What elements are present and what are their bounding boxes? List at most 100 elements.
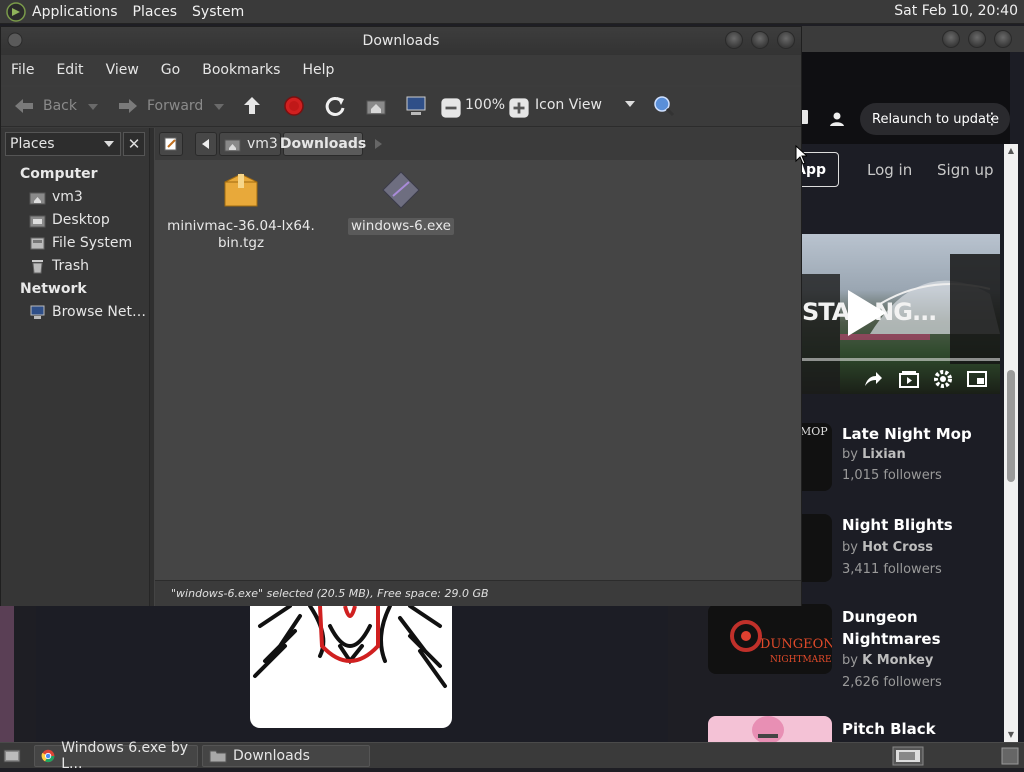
game-thumbnail[interactable]	[800, 514, 832, 582]
sidebar-item-browse-network[interactable]: Browse Net…	[29, 304, 146, 320]
minimize-button[interactable]	[725, 31, 743, 49]
sidebar-selector[interactable]: Places	[5, 132, 121, 156]
signup-link[interactable]: Sign up	[937, 161, 994, 179]
back-history-chevron-icon[interactable]	[88, 103, 98, 111]
up-arrow-icon[interactable]	[241, 95, 263, 117]
window-titlebar[interactable]: Downloads	[1, 27, 801, 55]
menu-system[interactable]: System	[192, 4, 244, 20]
zoom-out-icon[interactable]	[440, 97, 462, 119]
game-card-dungeon-nightmares[interactable]: Dungeon Nightmares by K Monkey 2,626 fol…	[800, 606, 1020, 696]
menu-bookmarks[interactable]: Bookmarks	[202, 62, 280, 78]
clock[interactable]: Sat Feb 10, 20:40	[894, 3, 1018, 19]
pitch-black-thumbnail[interactable]	[708, 716, 832, 742]
workspace-switcher-icon[interactable]	[892, 746, 924, 766]
game-author[interactable]: Hot Cross	[862, 540, 933, 555]
forward-history-chevron-icon[interactable]	[214, 103, 224, 111]
game-card-pitch-black[interactable]: Pitch Black	[800, 718, 1020, 742]
file-manager-window: Downloads File Edit View Go Bookmarks He…	[0, 26, 802, 606]
close-button[interactable]	[777, 31, 795, 49]
file-name-line1: minivmac-36.04-lx64.	[167, 218, 315, 234]
page-scrollbar[interactable]: ▲ ▼	[1004, 144, 1018, 742]
path-scroll-right-button[interactable]	[367, 132, 389, 156]
zoom-in-icon[interactable]	[508, 97, 530, 119]
distro-logo-icon[interactable]	[6, 1, 26, 22]
sidebar-close-button[interactable]: ✕	[123, 132, 145, 156]
file-icon-view[interactable]: minivmac-36.04-lx64. bin.tgz windows-6.e…	[155, 160, 801, 580]
home-folder-icon[interactable]	[365, 95, 387, 117]
login-link[interactable]: Log in	[867, 161, 912, 179]
game-title[interactable]: Night Blights	[842, 514, 982, 536]
file-item-windows-6-exe[interactable]: windows-6.exe	[321, 170, 481, 235]
file-item-minivmac[interactable]: minivmac-36.04-lx64. bin.tgz	[161, 170, 321, 252]
sidebar-item-label: File System	[52, 235, 133, 251]
maximize-button[interactable]	[751, 31, 769, 49]
game-title[interactable]: Late Night Mop	[842, 423, 982, 445]
game-author[interactable]: Lixian	[862, 447, 906, 462]
computer-icon[interactable]	[405, 95, 427, 117]
stop-icon[interactable]	[283, 95, 305, 117]
sidebar-item-vm3[interactable]: vm3	[29, 189, 83, 205]
watch-later-icon[interactable]	[898, 368, 920, 390]
game-card-late-night-mop[interactable]: MOP Late Night Mop by Lixian 1,015 follo…	[800, 423, 1020, 493]
menu-applications[interactable]: Applications	[32, 4, 118, 20]
chevron-right-icon	[375, 139, 382, 149]
path-segment-vm3[interactable]: vm3	[219, 132, 281, 156]
sidebar-item-file-system[interactable]: File System	[29, 235, 132, 251]
toggle-location-button[interactable]	[159, 132, 183, 156]
file-name-line1: windows-6.exe	[348, 218, 454, 235]
scroll-thumb[interactable]	[1007, 370, 1015, 482]
video-player[interactable]: STA...NG...	[800, 234, 1000, 394]
back-button[interactable]: Back	[13, 97, 77, 115]
menu-places[interactable]: Places	[133, 4, 178, 20]
game-author[interactable]: K Monkey	[862, 653, 933, 668]
view-mode-select[interactable]: Icon View	[535, 97, 602, 113]
maximize-button[interactable]	[968, 30, 986, 48]
path-segment-label: Downloads	[279, 136, 367, 152]
chrome-icon	[41, 749, 55, 763]
game-title[interactable]: Dungeon Nightmares	[842, 606, 982, 650]
edit-location-icon	[164, 137, 177, 151]
share-icon[interactable]	[862, 368, 884, 390]
task-browser[interactable]: Windows 6.exe by L...	[34, 740, 198, 772]
game-card-night-blights[interactable]: Night Blights by Hot Cross 3,411 followe…	[800, 514, 1020, 584]
relaunch-label: Relaunch to update	[872, 111, 1000, 127]
dungeon-nightmares-thumbnail[interactable]: DUNGEON NIGHTMARES	[708, 604, 832, 674]
menu-file[interactable]: File	[11, 62, 34, 78]
reload-icon[interactable]	[324, 95, 346, 117]
game-thumbnail[interactable]: MOP	[800, 423, 832, 491]
path-segment-downloads[interactable]: Downloads	[279, 132, 367, 156]
menu-edit[interactable]: Edit	[56, 62, 83, 78]
sidebar-item-label: Browse Net…	[52, 304, 147, 320]
show-desktop-icon[interactable]	[3, 747, 21, 763]
relaunch-button[interactable]: Relaunch to update ⋮	[860, 103, 1010, 135]
minimize-button[interactable]	[942, 30, 960, 48]
search-icon[interactable]	[653, 95, 675, 117]
sidebar-item-desktop[interactable]: Desktop	[29, 212, 110, 228]
window-menu-icon[interactable]	[7, 32, 23, 48]
video-progress-bar[interactable]	[800, 358, 1000, 361]
sidebar-item-label: vm3	[52, 189, 83, 205]
profile-icon[interactable]	[828, 110, 846, 128]
menu-help[interactable]: Help	[302, 62, 334, 78]
path-scroll-left-button[interactable]	[195, 132, 217, 156]
forward-button[interactable]: Forward	[117, 97, 203, 115]
scroll-down-icon[interactable]: ▼	[1004, 728, 1018, 742]
sidebar-item-trash[interactable]: Trash	[29, 258, 89, 274]
settings-gear-icon[interactable]	[932, 368, 954, 390]
trash-applet-icon[interactable]	[1000, 746, 1020, 766]
pitch-thumb-art	[752, 716, 784, 742]
more-menu-icon[interactable]: ⋮	[984, 109, 1000, 128]
task-downloads[interactable]: Downloads	[202, 745, 370, 767]
file-name: minivmac-36.04-lx64. bin.tgz	[161, 218, 321, 252]
game-title[interactable]: Pitch Black	[842, 718, 982, 740]
by-prefix: by	[842, 653, 858, 668]
menu-view[interactable]: View	[106, 62, 139, 78]
game-followers: 1,015 followers	[842, 468, 942, 483]
play-icon[interactable]	[834, 284, 892, 342]
menu-go[interactable]: Go	[161, 62, 180, 78]
close-button[interactable]	[994, 30, 1012, 48]
view-dropdown-chevron-icon[interactable]	[625, 101, 635, 107]
scroll-up-icon[interactable]: ▲	[1004, 144, 1018, 158]
game-cover-image[interactable]	[250, 606, 452, 728]
miniplayer-icon[interactable]	[966, 368, 988, 390]
